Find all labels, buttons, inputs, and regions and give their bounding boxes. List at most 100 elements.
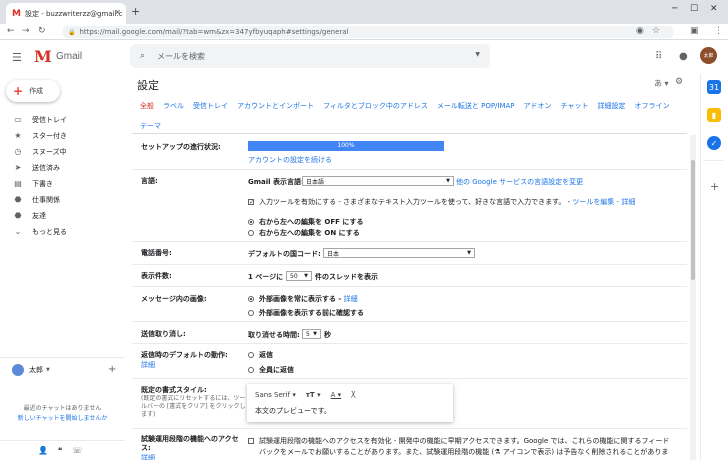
sidebar-item-inbox[interactable]: ▭ 受信トレイ: [0, 113, 125, 126]
undo-seconds-label: 秒: [324, 331, 331, 339]
add-chat-icon[interactable]: +: [108, 364, 116, 375]
person-icon[interactable]: 👤: [38, 446, 48, 455]
input-tools-checkbox[interactable]: ✓: [248, 199, 254, 206]
reload-icon[interactable]: ↻: [38, 26, 46, 36]
tasks-icon[interactable]: ✓: [707, 136, 721, 150]
labs-details-link[interactable]: 詳細: [141, 453, 155, 460]
images-always-option[interactable]: 外部画像を常に表示する - 詳細: [248, 294, 358, 304]
images-always-radio[interactable]: [248, 296, 254, 302]
window-close-icon[interactable]: ✕: [710, 4, 718, 14]
gmail-logo-text[interactable]: Gmail: [56, 51, 82, 62]
font-family-select[interactable]: Sans Serif ▾: [255, 391, 296, 399]
tab-close-icon[interactable]: ✕: [114, 8, 121, 17]
search-options-icon[interactable]: ▼: [475, 51, 480, 58]
keep-icon[interactable]: ▮: [707, 108, 721, 122]
row-divider: [132, 169, 687, 170]
back-icon[interactable]: ←: [7, 26, 15, 36]
bookmark-star-icon[interactable]: ☆: [652, 26, 660, 36]
sidebar-item-friends[interactable]: ⬣ 友達: [0, 209, 125, 222]
calendar-icon[interactable]: 31: [707, 80, 721, 94]
tab-general[interactable]: 全般: [140, 101, 154, 111]
forward-icon[interactable]: →: [22, 26, 30, 36]
reply-all-option[interactable]: 全員に返信: [248, 365, 294, 375]
extension-icon[interactable]: ▣: [690, 26, 699, 36]
other-services-language-link[interactable]: 他の Google サービスの言語設定を変更: [456, 177, 583, 187]
sidebar-item-starred[interactable]: ★ スター付き: [0, 129, 125, 142]
tab-chat[interactable]: チャット: [561, 101, 589, 111]
hangouts-icon[interactable]: ❝: [58, 446, 62, 455]
input-tools-edit-link[interactable]: ツールを編集 - 詳細: [572, 198, 635, 206]
search-bar[interactable]: ⌕ メールを検索 ▼: [130, 44, 490, 68]
sidebar-item-more[interactable]: ⌄ もっと見る: [0, 225, 125, 238]
reply-radio[interactable]: [248, 352, 254, 358]
tabs-divider: [132, 133, 687, 134]
images-ask-radio[interactable]: [248, 310, 254, 316]
tab-inbox[interactable]: 受信トレイ: [193, 101, 228, 111]
tab-advanced[interactable]: 詳細設定: [597, 101, 625, 111]
labs-checkbox[interactable]: [248, 438, 254, 444]
page-size-select[interactable]: 50 ▼: [286, 271, 312, 281]
images-ask-option[interactable]: 外部画像を表示する前に確認する: [248, 308, 364, 318]
tab-addons[interactable]: アドオン: [524, 101, 552, 111]
tab-themes[interactable]: テーマ: [140, 121, 161, 131]
sidebar-item-label: 下書き: [32, 179, 53, 188]
chat-user[interactable]: 太郎 ▼: [12, 364, 50, 376]
tab-filters[interactable]: フィルタとブロック中のアドレス: [323, 101, 428, 111]
chevron-down-icon: ▼: [467, 250, 471, 256]
compose-label: 作成: [29, 87, 44, 95]
new-tab-button[interactable]: +: [131, 5, 140, 18]
clear-formatting-icon[interactable]: Ꭓ: [351, 390, 356, 399]
new-chat-link[interactable]: 新しいチャットを開始しませんか: [0, 413, 125, 422]
sidebar-item-snoozed[interactable]: ◷ スヌーズ中: [0, 145, 125, 158]
sidebar-item-sent[interactable]: ➤ 送信済み: [0, 161, 125, 174]
tab-labels[interactable]: ラベル: [163, 101, 184, 111]
apps-grid-icon[interactable]: ⠿: [655, 51, 662, 62]
sidebar-item-work[interactable]: ⬣ 仕事関係: [0, 193, 125, 206]
gmail-logo-icon[interactable]: M: [34, 47, 52, 66]
view-icon[interactable]: ◉: [636, 26, 644, 36]
phone-icon[interactable]: ☏: [72, 446, 82, 455]
url-field[interactable]: 🔒 https://mail.google.com/mail/?tab=wm&z…: [62, 26, 674, 38]
labs-option[interactable]: 試験運用段階の機能へのアクセスを有効化 - 開発中の機能に早期アクセスできます。…: [248, 436, 669, 446]
rtl-off-radio[interactable]: [248, 219, 254, 225]
inbox-icon: ▭: [14, 115, 22, 124]
rtl-on-option[interactable]: 右から左への編集を ON にする: [248, 228, 360, 238]
display-language-label: Gmail 表示言語:: [248, 178, 304, 186]
country-code-select[interactable]: 日本 ▼: [323, 248, 475, 258]
search-icon[interactable]: ⌕: [140, 51, 145, 61]
rtl-off-option[interactable]: 右から左への編集を OFF にする: [248, 217, 363, 227]
reply-all-radio[interactable]: [248, 367, 254, 373]
gear-icon[interactable]: ⚙: [675, 77, 683, 87]
tab-forwarding[interactable]: メール転送と POP/IMAP: [437, 101, 515, 111]
reply-option[interactable]: 返信: [248, 350, 273, 360]
reply-details-link[interactable]: 詳細: [141, 360, 155, 370]
add-addon-icon[interactable]: +: [710, 180, 719, 193]
account-avatar[interactable]: 太郎: [700, 47, 717, 64]
images-details-link[interactable]: 詳細: [344, 295, 358, 303]
compose-button[interactable]: + 作成: [6, 80, 60, 102]
format-style-editor: Sans Serif ▾ ᴛT ▾ A ▾ Ꭓ 本文のプレビューです。: [247, 384, 453, 422]
main-menu-icon[interactable]: ☰: [12, 51, 22, 64]
notifications-icon[interactable]: ●: [679, 51, 688, 62]
user-dropdown-icon[interactable]: ▼: [46, 367, 50, 373]
tab-offline[interactable]: オフライン: [634, 101, 669, 111]
format-preview-text[interactable]: 本文のプレビューです。: [255, 406, 331, 416]
search-input[interactable]: メールを検索: [157, 51, 205, 62]
scrollbar-thumb[interactable]: [691, 160, 695, 280]
input-tools-toggle[interactable]: あ ▾: [654, 78, 669, 89]
rtl-on-radio[interactable]: [248, 230, 254, 236]
continue-setup-link[interactable]: アカウントの設定を続ける: [248, 155, 332, 165]
display-language-select[interactable]: 日本語 ▼: [302, 176, 454, 186]
undo-period-select[interactable]: 5 ▼: [302, 329, 321, 339]
compose-plus-icon: +: [13, 84, 24, 98]
sidebar-bottom-divider: [0, 440, 125, 441]
browser-tab[interactable]: M 設定 - buzzwriterzz@gmail.com ✕: [6, 3, 126, 24]
text-color-icon[interactable]: A ▾: [331, 391, 342, 399]
browser-menu-icon[interactable]: ⋮: [714, 26, 723, 36]
sidebar-item-drafts[interactable]: ▤ 下書き: [0, 177, 125, 190]
font-size-icon[interactable]: ᴛT ▾: [306, 391, 321, 399]
minimize-icon[interactable]: ─: [672, 4, 677, 14]
maximize-icon[interactable]: ☐: [690, 4, 698, 14]
row-divider: [132, 286, 687, 287]
tab-accounts[interactable]: アカウントとインポート: [237, 101, 314, 111]
